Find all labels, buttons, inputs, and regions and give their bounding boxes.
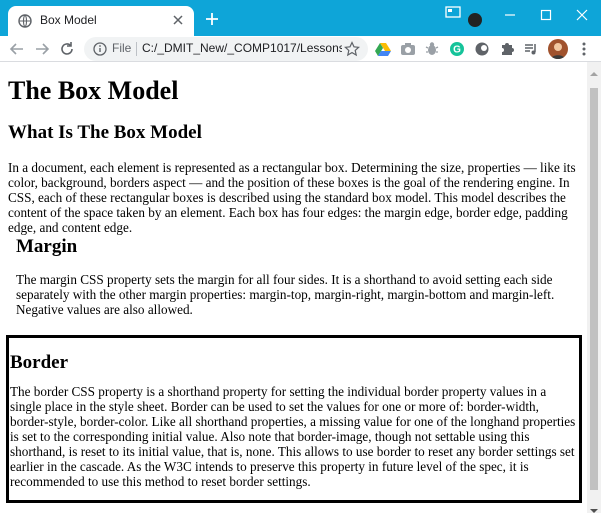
scrollbar-thumb[interactable] [590, 88, 598, 490]
new-tab-icon[interactable] [203, 10, 221, 28]
close-icon[interactable] [170, 12, 186, 28]
address-url[interactable]: C:/_DMIT_New/_COMP1017/Lessons/... [142, 41, 342, 55]
scroll-up-icon[interactable] [590, 65, 598, 76]
grammarly-icon[interactable]: G [449, 41, 465, 57]
margin-section: Margin The margin CSS property sets the … [16, 232, 581, 317]
margin-heading: Margin [16, 236, 78, 257]
address-bar[interactable]: File C:/_DMIT_New/_COMP1017/Lessons/... [84, 37, 368, 61]
page-viewport: The Box Model What Is The Box Model In a… [0, 62, 587, 513]
border-heading: Border [10, 352, 69, 373]
camera-icon[interactable] [400, 41, 416, 57]
border-paragraph: The border CSS property is a shorthand p… [10, 384, 576, 489]
maximize-icon[interactable] [528, 0, 564, 30]
bug-icon[interactable] [424, 41, 440, 57]
globe-icon [18, 14, 32, 28]
media-icon[interactable] [523, 41, 539, 57]
margin-paragraph: The margin CSS property sets the margin … [16, 272, 555, 317]
what-heading: What Is The Box Model [8, 122, 202, 143]
reload-icon[interactable] [58, 40, 76, 58]
tab-search-icon[interactable] [445, 5, 461, 18]
vertical-scrollbar[interactable] [587, 62, 601, 513]
minimize-icon[interactable] [492, 0, 528, 30]
info-icon[interactable] [93, 42, 107, 56]
tab-strip: Box Model [0, 0, 601, 36]
what-paragraph: In a document, each element is represent… [8, 160, 576, 235]
svg-text:G: G [453, 45, 461, 56]
address-separator [136, 42, 137, 56]
puzzle-icon[interactable] [499, 41, 515, 57]
tab-title: Box Model [40, 13, 97, 27]
window-close-icon[interactable] [564, 0, 600, 30]
avatar[interactable] [548, 39, 568, 59]
star-icon[interactable] [344, 41, 360, 57]
browser-tab[interactable]: Box Model [8, 6, 194, 36]
address-scheme-label: File [112, 41, 132, 55]
border-section: Border The border CSS property is a shor… [6, 335, 582, 503]
scroll-down-icon[interactable] [590, 502, 598, 513]
back-icon[interactable] [8, 40, 26, 58]
drive-icon[interactable] [375, 41, 391, 57]
page-title: The Box Model [8, 76, 179, 105]
more-icon[interactable] [576, 41, 592, 57]
circle-extension-icon[interactable] [474, 41, 490, 57]
browser-toolbar: File C:/_DMIT_New/_COMP1017/Lessons/... … [0, 36, 601, 62]
forward-icon[interactable] [33, 40, 51, 58]
profile-dot-icon[interactable] [468, 13, 482, 27]
